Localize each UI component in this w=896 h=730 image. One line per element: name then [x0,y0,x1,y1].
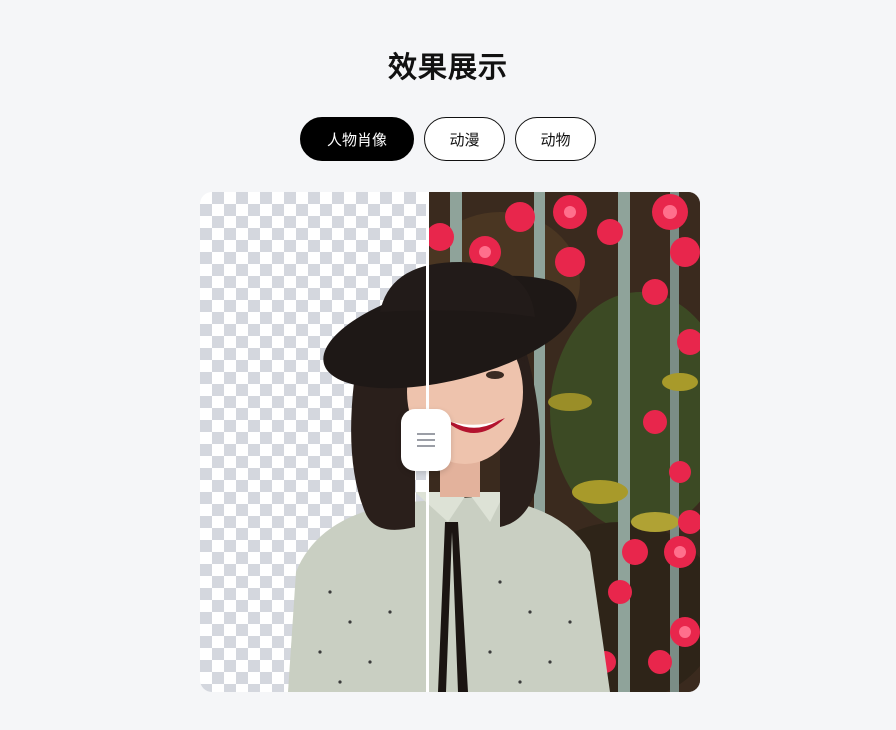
menu-lines-icon [417,433,435,447]
tab-anime[interactable]: 动漫 [424,117,505,161]
tab-animal[interactable]: 动物 [515,117,596,161]
tab-portrait[interactable]: 人物肖像 [300,117,414,161]
section-title: 效果展示 [387,50,508,84]
category-tabs: 人物肖像 动漫 动物 [0,117,896,161]
before-after-compare[interactable] [200,192,700,692]
slider-handle[interactable] [401,409,451,471]
